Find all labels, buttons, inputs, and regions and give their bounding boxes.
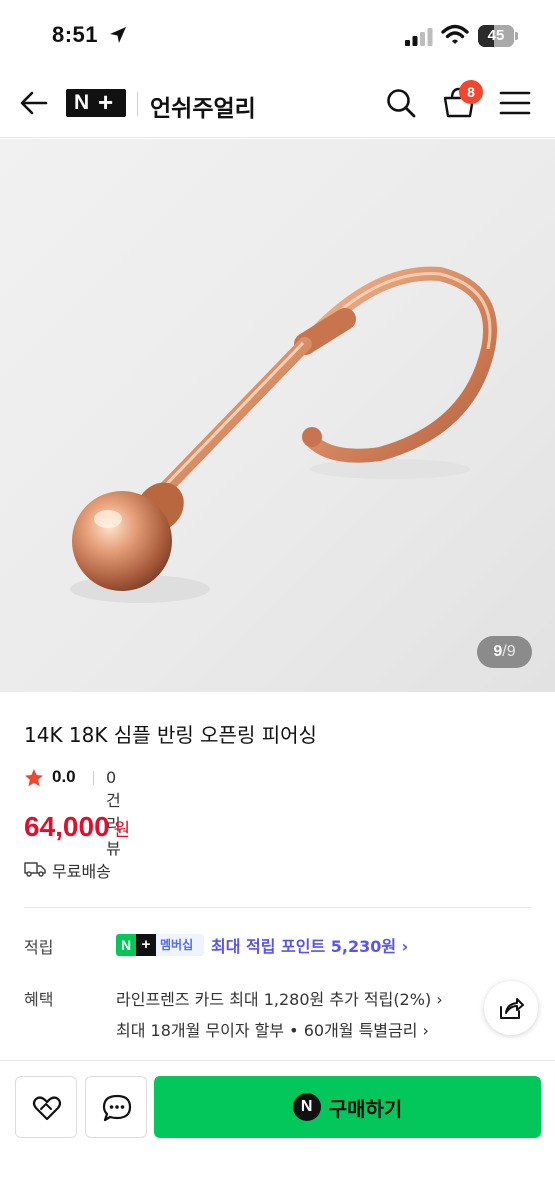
- product-title: 14K 18K 심플 반링 오픈링 피어싱: [24, 723, 317, 747]
- logo-divider: [137, 92, 138, 116]
- section-divider: [24, 907, 531, 908]
- price-value: 64,000: [24, 811, 110, 842]
- back-arrow-icon[interactable]: [18, 87, 50, 119]
- current-image-index: 9: [493, 643, 503, 660]
- rating-divider: [93, 771, 94, 785]
- search-icon[interactable]: [385, 87, 417, 119]
- battery-percent: 45: [487, 27, 505, 44]
- status-bar: 8:51 45: [0, 0, 555, 70]
- star-icon: [25, 769, 43, 787]
- cellular-signal-icon: [405, 28, 433, 46]
- battery-nub: [515, 32, 518, 40]
- buy-button-content: N 구매하기: [154, 1076, 541, 1138]
- total-image-count: 9: [506, 643, 516, 660]
- points-label: 적립: [24, 938, 54, 957]
- npay-icon: N: [292, 1093, 321, 1121]
- piercing-photo: [70, 266, 497, 603]
- wishlist-button[interactable]: [15, 1076, 77, 1138]
- max-points-link[interactable]: 최대 적립 포인트 5,230원 ›: [211, 933, 408, 957]
- wifi-icon: [441, 24, 469, 44]
- card-benefit-link[interactable]: 라인프렌즈 카드 최대 1,280원 추가 적립(2%) ›: [116, 986, 443, 1010]
- membership-n: N: [116, 934, 136, 956]
- store-name[interactable]: 언쉬주얼리: [150, 89, 256, 123]
- chat-button[interactable]: [85, 1076, 147, 1138]
- cart-count-badge: 8: [459, 80, 483, 104]
- shipping-text: 무료배송: [52, 862, 111, 881]
- membership-badge: N + 멤버십: [116, 934, 204, 956]
- share-button[interactable]: [484, 981, 538, 1035]
- benefit-label: 혜택: [24, 990, 54, 1009]
- chat-bubble-icon: [102, 1094, 132, 1122]
- price-unit: 원: [113, 820, 131, 841]
- installment-benefit-link[interactable]: 최대 18개월 무이자 할부 • 60개월 특별금리 ›: [116, 1017, 429, 1041]
- share-icon: [500, 998, 524, 1019]
- membership-text: 멤버십: [160, 938, 194, 952]
- logo-plus: +: [98, 87, 114, 117]
- logo-n: N: [74, 91, 90, 114]
- buy-button[interactable]: N 구매하기: [154, 1076, 541, 1138]
- rating-value: 0.0: [52, 767, 76, 786]
- buy-button-label: 구매하기: [328, 1096, 403, 1121]
- status-time: 8:51: [52, 22, 99, 47]
- heart-icon: [32, 1096, 62, 1121]
- product-image[interactable]: [0, 139, 555, 692]
- location-arrow-icon: [110, 27, 126, 43]
- truck-icon: [24, 862, 46, 877]
- price-row: 64,000 원: [24, 811, 130, 843]
- naver-plus-logo[interactable]: N +: [66, 87, 126, 117]
- battery-icon: 45: [478, 25, 518, 47]
- membership-plus: +: [136, 934, 156, 956]
- app-header: N + 언쉬주얼리 8: [0, 70, 555, 138]
- bottom-action-bar: N 구매하기: [0, 1060, 555, 1200]
- image-counter: 9/9: [477, 636, 532, 668]
- menu-icon[interactable]: [499, 89, 531, 117]
